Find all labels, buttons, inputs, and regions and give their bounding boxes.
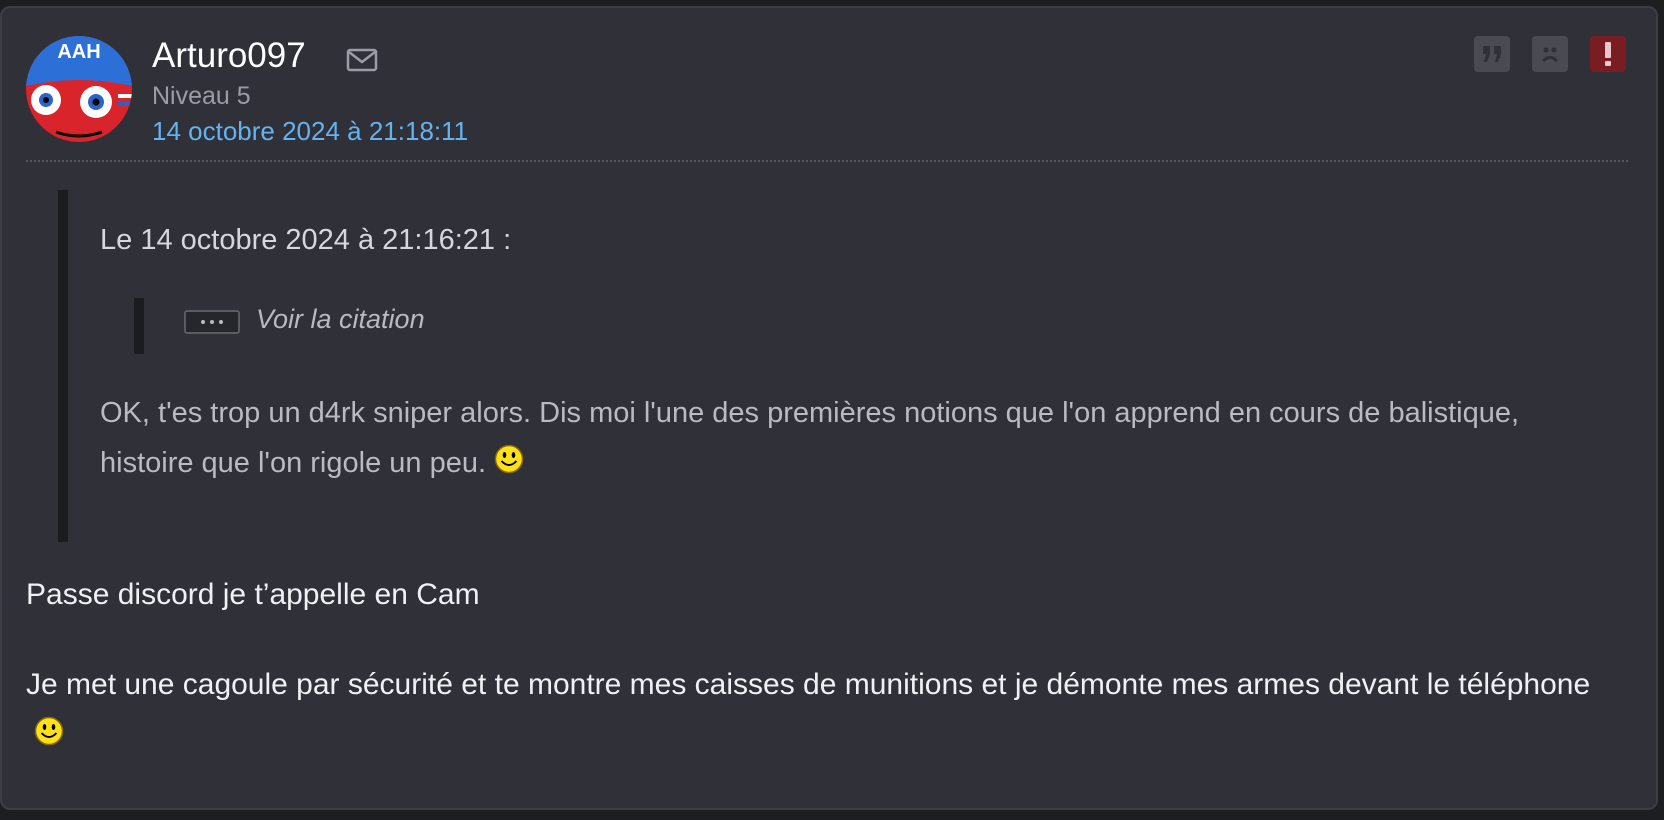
quote-header: Le 14 octobre 2024 à 21:16:21 : <box>100 224 512 256</box>
avatar[interactable]: AAH <box>26 36 132 142</box>
sad-face-button[interactable] <box>1532 36 1568 72</box>
post-actions <box>1474 36 1626 72</box>
blockquote: Le 14 octobre 2024 à 21:16:21 : Voir la … <box>58 190 1568 542</box>
mail-icon[interactable] <box>346 47 378 73</box>
message-text: Je met une cagoule par sécurité et te mo… <box>26 668 1591 701</box>
forum-post: AAH Arturo097 Niveau 5 14 octobre 2024 à… <box>0 6 1658 810</box>
header-divider <box>26 160 1628 162</box>
smiley-icon <box>34 716 64 746</box>
quote-body-text: OK, t'es trop un d4rk sniper alors. Dis … <box>100 397 1520 479</box>
smiley-icon <box>494 444 524 474</box>
post-date-link[interactable]: 14 octobre 2024 à 21:18:11 <box>152 116 468 147</box>
quote-body: OK, t'es trop un d4rk sniper alors. Dis … <box>100 388 1560 488</box>
show-quote-link[interactable]: Voir la citation <box>256 304 425 335</box>
expand-quote-button[interactable] <box>184 310 240 334</box>
nested-quote: Voir la citation <box>134 298 544 354</box>
report-button[interactable] <box>1590 36 1626 72</box>
user-level: Niveau 5 <box>152 82 251 110</box>
alert-icon <box>1605 42 1611 66</box>
quote-icon <box>1483 46 1501 62</box>
dot <box>219 320 223 324</box>
quote-button[interactable] <box>1474 36 1510 72</box>
message-paragraph: Passe discord je t’appelle en Cam <box>26 578 480 611</box>
dot <box>201 320 205 324</box>
sad-face-icon <box>1541 47 1559 63</box>
username[interactable]: Arturo097 <box>152 36 306 76</box>
avatar-text: AAH <box>57 41 100 63</box>
message-paragraph: Je met une cagoule par sécurité et te mo… <box>26 660 1626 760</box>
dot <box>210 320 214 324</box>
